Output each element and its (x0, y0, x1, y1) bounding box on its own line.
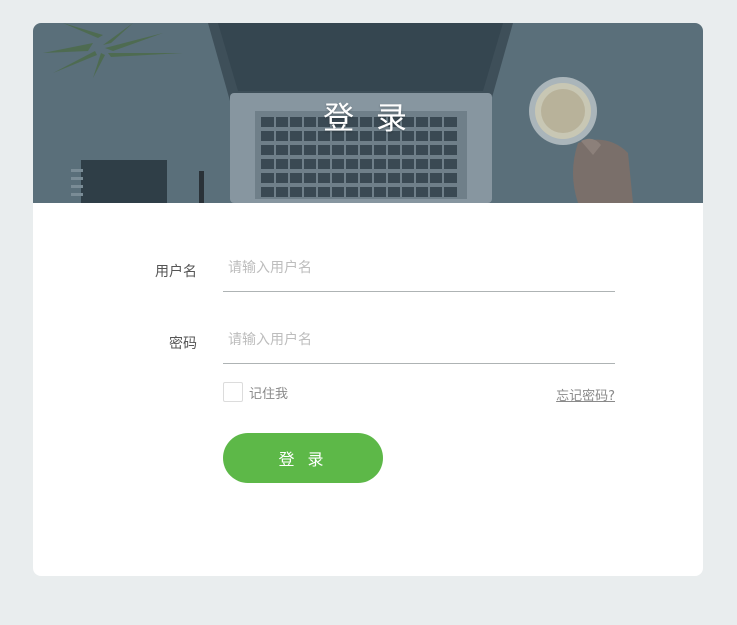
username-label: 用户名 (155, 264, 197, 280)
username-input[interactable] (223, 245, 615, 292)
password-label: 密码 (169, 336, 197, 352)
remember-checkbox[interactable] (223, 382, 243, 402)
password-input[interactable] (223, 317, 615, 364)
page-title: 登 录 (323, 101, 413, 137)
login-card: 登 录 用户名 密码 记住我 忘记密码? 登 录 (33, 23, 703, 576)
forgot-password-link[interactable]: 忘记密码? (556, 385, 615, 404)
remember-me[interactable]: 记住我 (223, 381, 288, 403)
username-row: 用户名 (33, 245, 703, 295)
header-banner: 登 录 (33, 23, 703, 203)
remember-label: 记住我 (249, 386, 289, 402)
password-row: 密码 (33, 317, 703, 367)
login-button[interactable]: 登 录 (223, 433, 383, 483)
